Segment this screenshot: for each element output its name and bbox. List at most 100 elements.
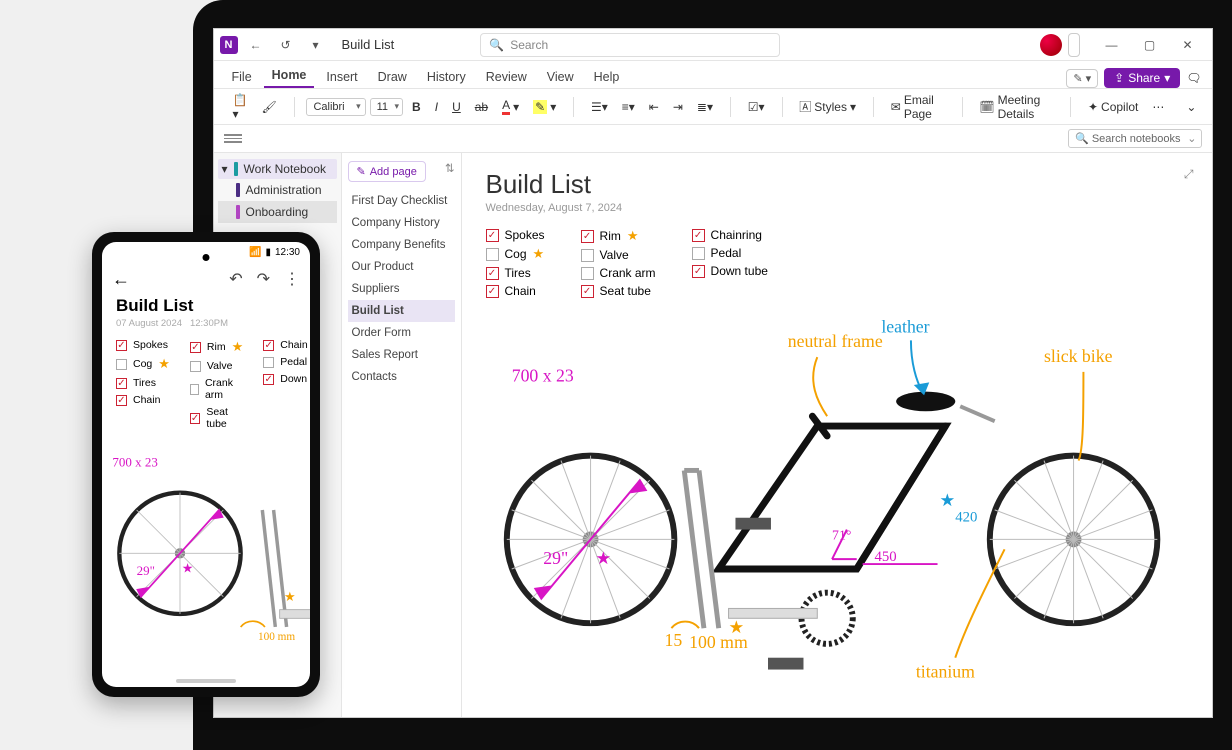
- tab-help[interactable]: Help: [586, 66, 628, 88]
- numbering-button[interactable]: ≡▾: [617, 97, 640, 117]
- search-notebooks-input[interactable]: 🔍 Search notebooks: [1068, 129, 1201, 148]
- section-onboarding[interactable]: Onboarding: [218, 201, 337, 223]
- tab-review[interactable]: Review: [478, 66, 535, 88]
- page-item[interactable]: Sales Report: [348, 344, 455, 366]
- font-size-select[interactable]: 11: [370, 98, 403, 116]
- close-button[interactable]: ✕: [1170, 31, 1206, 59]
- page-item[interactable]: First Day Checklist: [348, 190, 455, 212]
- star-icon: ★: [232, 339, 244, 355]
- align-button[interactable]: ≣▾: [692, 97, 718, 117]
- checkbox-icon[interactable]: [263, 340, 274, 351]
- sort-icon[interactable]: ⇅: [445, 161, 455, 175]
- mobile-page-title: Build List: [116, 296, 296, 316]
- section-label: Administration: [246, 183, 322, 197]
- ink-wheel-label: 29": [543, 548, 568, 568]
- page-item-selected[interactable]: Build List: [348, 300, 455, 322]
- strike-button[interactable]: ab: [470, 97, 493, 117]
- comments-icon[interactable]: 🗨: [1186, 71, 1201, 85]
- checkbox-icon[interactable]: [116, 378, 127, 389]
- tab-history[interactable]: History: [419, 66, 474, 88]
- check-item-label: Chainring: [711, 228, 762, 242]
- checkbox-icon[interactable]: [692, 229, 705, 242]
- page-item[interactable]: Company History: [348, 212, 455, 234]
- titlebar-more-icon[interactable]: ▾: [304, 33, 328, 57]
- highlight-button[interactable]: ✎▾: [528, 97, 561, 117]
- checkbox-icon[interactable]: [581, 249, 594, 262]
- bullets-button[interactable]: ☰▾: [586, 97, 613, 117]
- bold-button[interactable]: B: [407, 97, 426, 117]
- checkbox-icon[interactable]: [116, 359, 127, 370]
- section-color-marker: [236, 183, 240, 197]
- checkbox-icon[interactable]: [190, 361, 201, 372]
- checkbox-icon[interactable]: [190, 384, 199, 395]
- page-item[interactable]: Order Form: [348, 322, 455, 344]
- page-item[interactable]: Our Product: [348, 256, 455, 278]
- meeting-details-button[interactable]: 🗓 Meeting Details: [974, 90, 1058, 124]
- maximize-button[interactable]: ▢: [1132, 31, 1168, 59]
- editing-mode-toggle[interactable]: ✎ ▾: [1066, 69, 1098, 88]
- notebook-item[interactable]: ▾ Work Notebook: [218, 159, 337, 179]
- italic-button[interactable]: I: [430, 97, 443, 117]
- tab-draw[interactable]: Draw: [370, 66, 415, 88]
- minimize-button[interactable]: —: [1094, 31, 1130, 59]
- hamburger-icon[interactable]: [224, 134, 242, 143]
- premium-icon[interactable]: [1068, 33, 1080, 57]
- copilot-button[interactable]: ✦ Copilot: [1083, 97, 1143, 117]
- page-item[interactable]: Contacts: [348, 366, 455, 388]
- expand-icon[interactable]: ⤢: [1184, 167, 1194, 182]
- checkbox-icon[interactable]: [581, 267, 594, 280]
- indent-button[interactable]: ⇥: [668, 97, 688, 117]
- tab-home[interactable]: Home: [264, 64, 315, 88]
- section-administration[interactable]: Administration: [218, 179, 337, 201]
- tags-button[interactable]: ☑▾: [743, 97, 770, 117]
- checkbox-icon[interactable]: [581, 230, 594, 243]
- checkbox-icon[interactable]: [116, 395, 127, 406]
- checkbox-icon[interactable]: [486, 248, 499, 261]
- checkbox-icon[interactable]: [190, 413, 200, 424]
- checkbox-icon[interactable]: [116, 340, 127, 351]
- user-avatar[interactable]: [1040, 34, 1062, 56]
- camera-dot-icon: [203, 254, 210, 261]
- styles-button[interactable]: 🄰 Styles ▾: [794, 95, 861, 118]
- format-painter-button[interactable]: 🖌: [256, 97, 281, 117]
- add-page-button[interactable]: ✎ Add page: [348, 161, 426, 182]
- checkbox-icon[interactable]: [486, 267, 499, 280]
- page-item[interactable]: Suppliers: [348, 278, 455, 300]
- page-title: Build List: [486, 169, 1188, 200]
- back-button[interactable]: ←: [244, 33, 268, 57]
- search-icon: 🔍: [489, 38, 504, 52]
- outdent-button[interactable]: ⇤: [644, 97, 664, 117]
- share-label: Share: [1128, 71, 1160, 85]
- tab-view[interactable]: View: [539, 66, 582, 88]
- share-button[interactable]: ⇪ Share ▾: [1104, 68, 1180, 88]
- more-icon[interactable]: ⋮: [284, 269, 300, 289]
- underline-button[interactable]: U: [447, 97, 466, 117]
- checkbox-icon[interactable]: [692, 247, 705, 260]
- paste-button[interactable]: 📋▾: [228, 90, 253, 124]
- checkbox-icon[interactable]: [263, 357, 274, 368]
- onenote-logo: N: [220, 36, 238, 54]
- checkbox-icon[interactable]: [263, 374, 274, 385]
- check-item-label: Rim: [600, 229, 621, 243]
- checkbox-icon[interactable]: [486, 229, 499, 242]
- page-canvas[interactable]: ⤢ Build List Wednesday, August 7, 2024 S…: [462, 153, 1212, 717]
- tab-insert[interactable]: Insert: [318, 66, 365, 88]
- checkbox-icon[interactable]: [692, 265, 705, 278]
- email-page-button[interactable]: ✉ Email Page: [886, 90, 950, 124]
- back-icon[interactable]: ←: [112, 269, 130, 290]
- checkbox-icon[interactable]: [190, 342, 201, 353]
- font-select[interactable]: Calibri: [306, 98, 365, 116]
- undo-icon[interactable]: ↶: [229, 269, 242, 289]
- ink-neutral-label: neutral frame: [787, 331, 882, 351]
- search-box[interactable]: 🔍 Search: [480, 33, 780, 57]
- page-item[interactable]: Company Benefits: [348, 234, 455, 256]
- ribbon-chevron-button[interactable]: ⌄: [1181, 97, 1201, 117]
- redo-icon[interactable]: ↷: [257, 269, 270, 289]
- nav-bar-handle[interactable]: [176, 679, 236, 683]
- ribbon-overflow-button[interactable]: ⋯: [1147, 97, 1169, 117]
- font-color-button[interactable]: A▾: [497, 95, 524, 118]
- undo-button[interactable]: ↺: [274, 33, 298, 57]
- share-icon: ⇪: [1114, 71, 1124, 85]
- ribbon-toolbar: 📋▾ 🖌 Calibri 11 B I U ab A▾ ✎▾ ☰▾ ≡▾ ⇤ ⇥…: [214, 89, 1212, 125]
- tab-file[interactable]: File: [224, 66, 260, 88]
